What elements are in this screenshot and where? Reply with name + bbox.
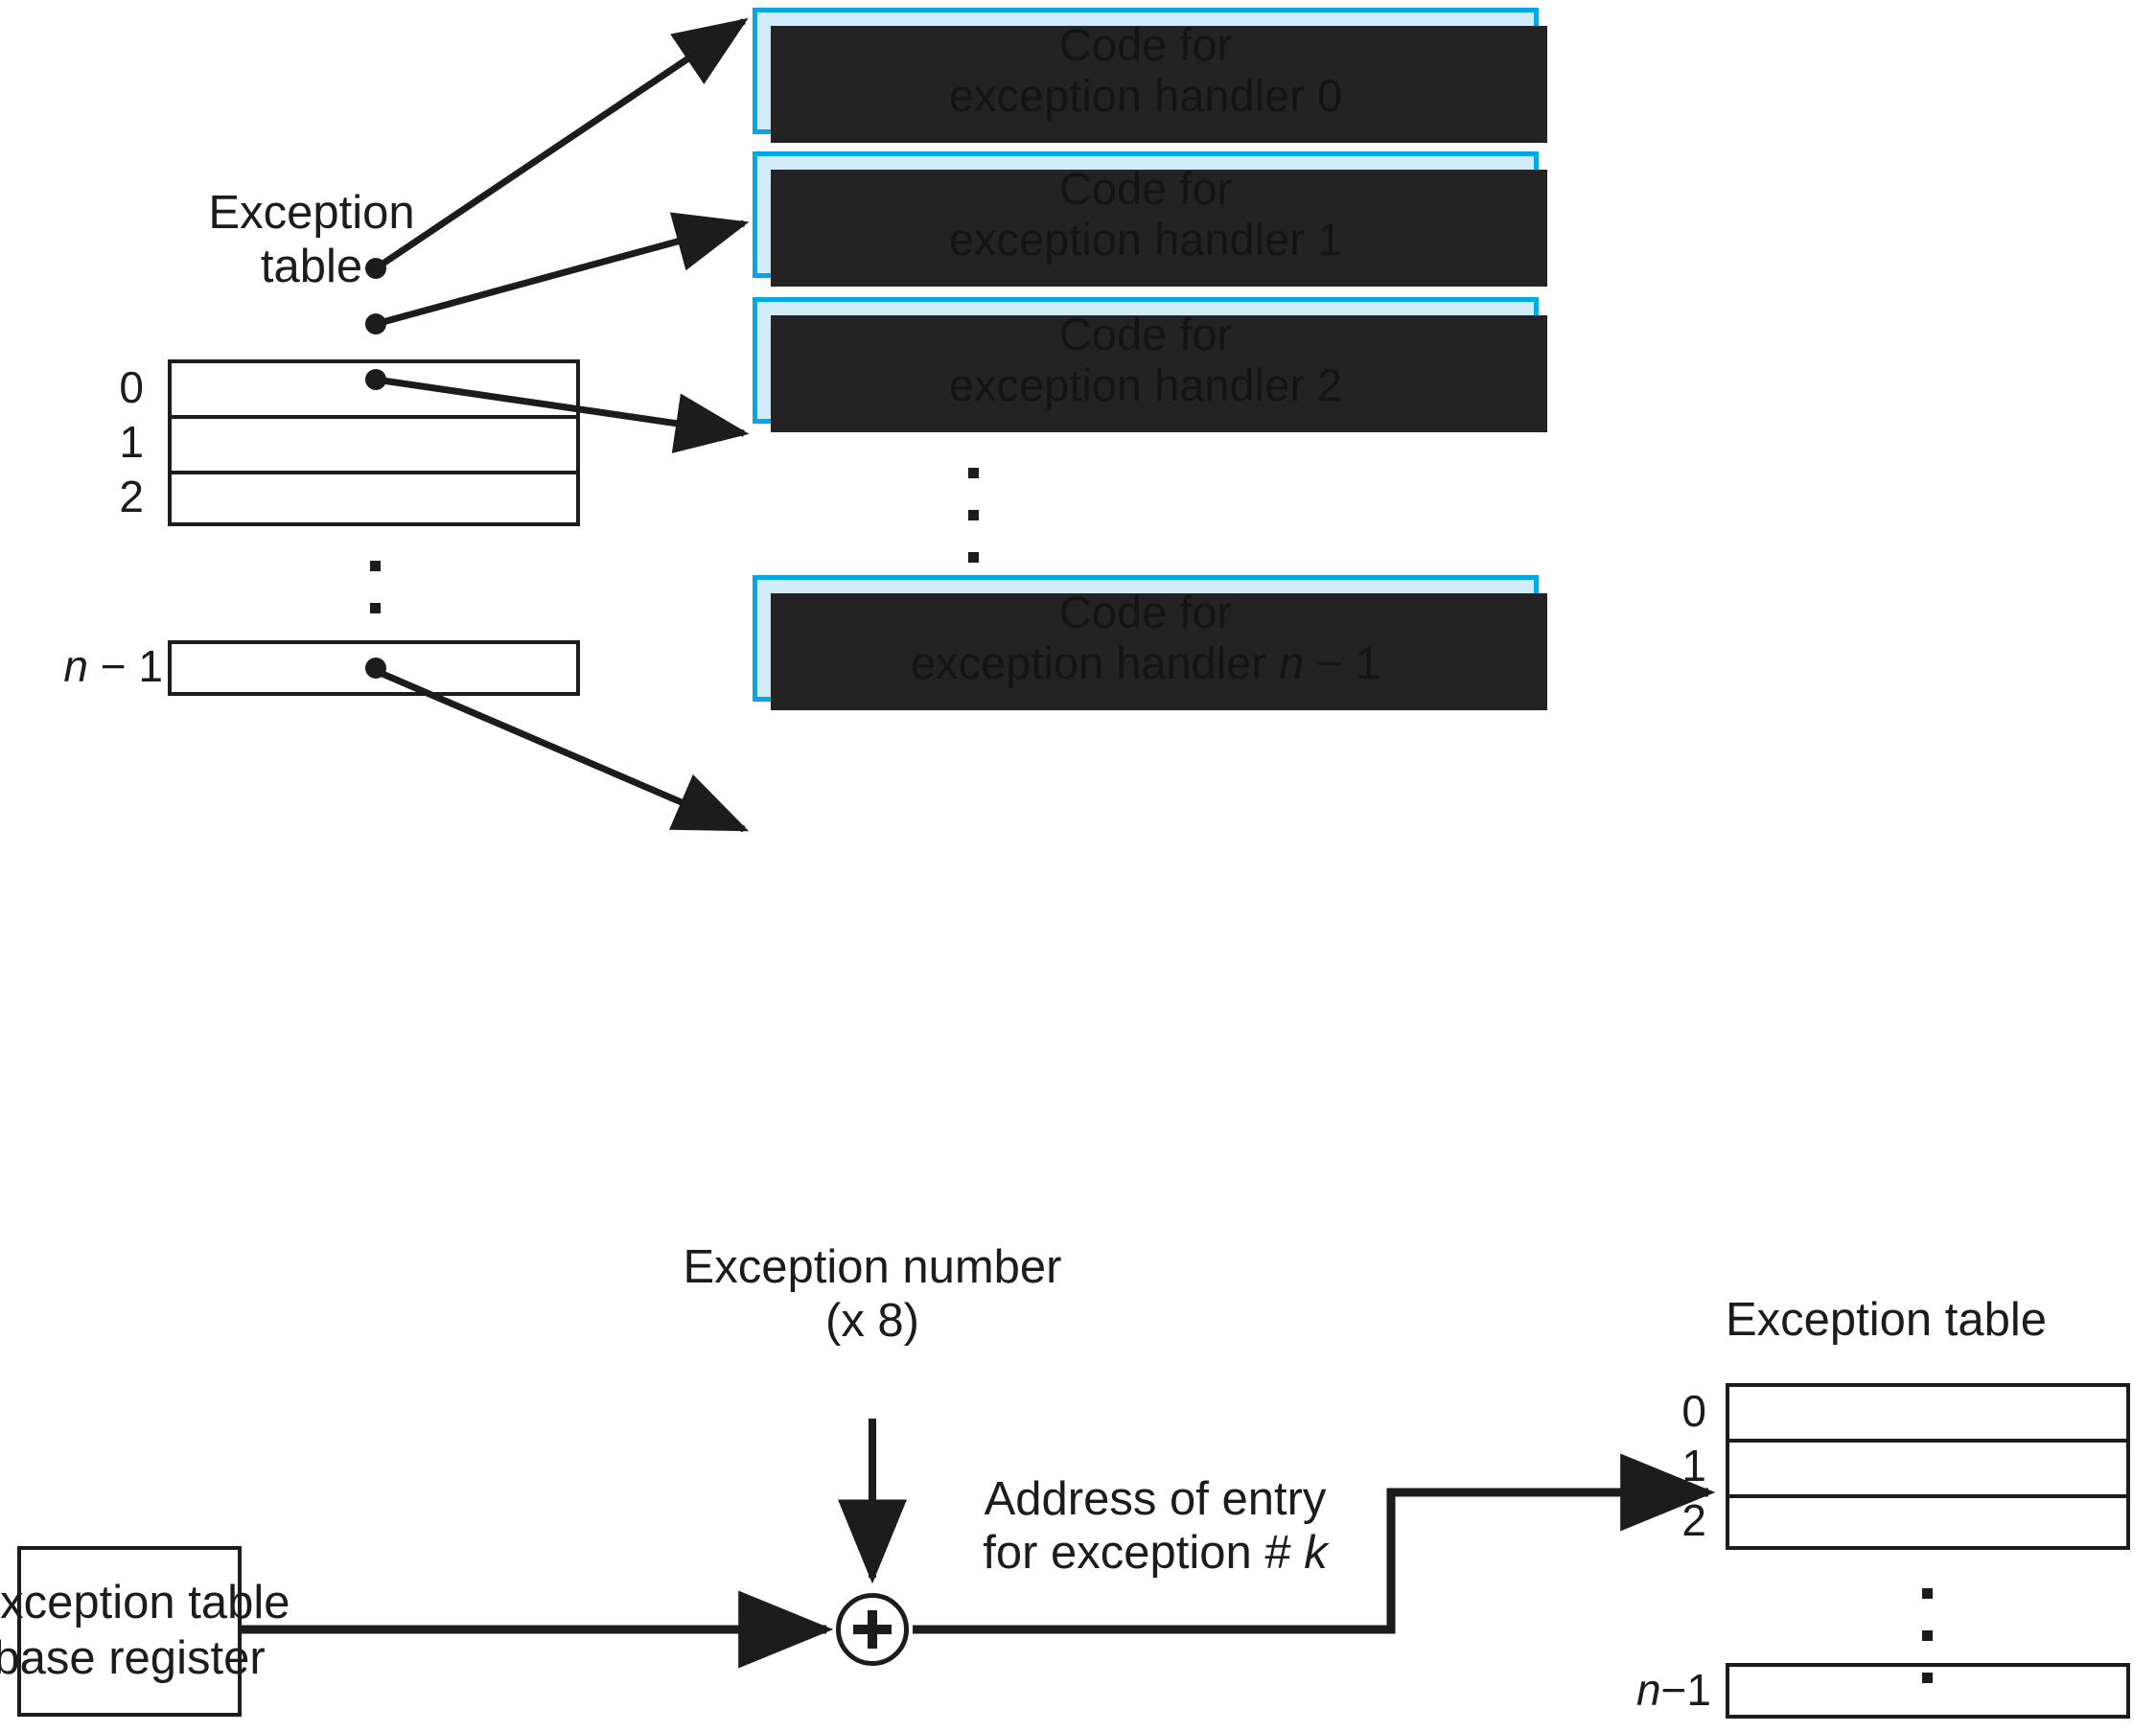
ellipsis-dot (1922, 1630, 1933, 1641)
diagram-canvas: Exception table 0 1 2 n − 1 Code for exc… (0, 0, 2156, 1732)
ellipsis-dot (1922, 1588, 1933, 1599)
n-minus-one-rest: −1 (1660, 1665, 1711, 1715)
address-line1: Address of entry (984, 1473, 1327, 1525)
ellipsis-dot (370, 561, 381, 571)
address-line2: for exception # k (935, 1527, 1376, 1581)
plus-vertical-bar (868, 1610, 877, 1649)
upper-table-title-line2: table (260, 240, 363, 292)
exception-number-line2: (x 8) (825, 1294, 919, 1347)
exception-number-line1: Exception number (683, 1241, 1062, 1293)
base-register-line1: Exception table (0, 1577, 290, 1629)
code-box-n-line1: Code for (1058, 587, 1233, 638)
upper-table-vertical-ellipsis (370, 561, 381, 613)
code-box-0-line2: exception handler 0 (948, 70, 1343, 121)
address-line2-prefix: for exception # (983, 1526, 1305, 1579)
code-box-handler-2[interactable]: Code for exception handler 2 (753, 297, 1547, 432)
ellipsis-dot (968, 510, 979, 520)
n-italic: n (63, 641, 88, 691)
ellipsis-dot (968, 468, 979, 478)
n-minus-one-rest: − 1 (87, 641, 163, 691)
lower-table-row-divider-1 (1729, 1439, 2126, 1443)
exception-number-label: Exception number (x 8) (614, 1241, 1131, 1349)
adder-node (836, 1593, 909, 1666)
upper-table-entry-dot-1 (365, 313, 386, 335)
upper-table-entry-dot-0 (365, 258, 386, 279)
code-box-handler-1[interactable]: Code for exception handler 1 (753, 151, 1547, 287)
lower-exception-table-last-row[interactable] (1726, 1663, 2130, 1719)
upper-table-row-divider-1 (172, 415, 576, 419)
code-box-2-line2: exception handler 2 (948, 359, 1343, 410)
lower-table-row-label-n-minus-1: n−1 (1476, 1664, 1711, 1716)
code-box-n-line2: exception handler n − 1 (911, 637, 1380, 689)
code-box-handler-0[interactable]: Code for exception handler 0 (753, 8, 1547, 143)
upper-table-entry-dot-2 (365, 369, 386, 390)
upper-exception-table-title: Exception table (153, 187, 470, 294)
upper-table-row-label-0: 0 (119, 362, 144, 412)
base-register-line2: base register (0, 1632, 266, 1684)
code-box-1-line2: exception handler 1 (948, 214, 1343, 265)
address-of-entry-label: Address of entry for exception # k (935, 1473, 1376, 1581)
code-box-1-line1: Code for (1058, 163, 1233, 215)
exception-table-base-register-box[interactable]: Exception table base register (0, 1546, 290, 1717)
code-boxes-vertical-ellipsis (968, 468, 979, 563)
lower-table-row-label-1: 1 (1681, 1441, 1706, 1490)
n-italic: n (1279, 637, 1305, 688)
code-box-n-line2-prefix: exception handler (911, 637, 1280, 688)
upper-table-row-label-1: 1 (119, 417, 144, 467)
code-box-handler-n-minus-1[interactable]: Code for exception handler n − 1 (753, 575, 1547, 710)
code-box-2-line1: Code for (1058, 309, 1233, 360)
lower-exception-table-title: Exception table (1726, 1294, 2047, 1348)
ellipsis-dot (968, 552, 979, 563)
upper-table-row-divider-2 (172, 471, 576, 474)
upper-table-row-label-2: 2 (119, 472, 144, 521)
lower-table-row-label-0: 0 (1681, 1386, 1706, 1436)
ellipsis-dot (370, 603, 381, 613)
upper-table-entry-dot-n-minus-1 (365, 658, 386, 679)
lower-table-row-divider-2 (1729, 1494, 2126, 1498)
lower-table-title-text: Exception table (1726, 1294, 2048, 1346)
upper-table-title-line1: Exception (208, 187, 415, 239)
k-italic: k (1304, 1526, 1328, 1579)
upper-table-row-label-n-minus-1: n − 1 (0, 640, 163, 692)
code-box-0-line1: Code for (1058, 19, 1233, 71)
n-italic: n (1635, 1665, 1661, 1715)
lower-exception-table[interactable] (1726, 1383, 2130, 1550)
code-box-n-line2-suffix: − 1 (1304, 637, 1380, 688)
lower-table-row-label-2: 2 (1681, 1495, 1706, 1545)
